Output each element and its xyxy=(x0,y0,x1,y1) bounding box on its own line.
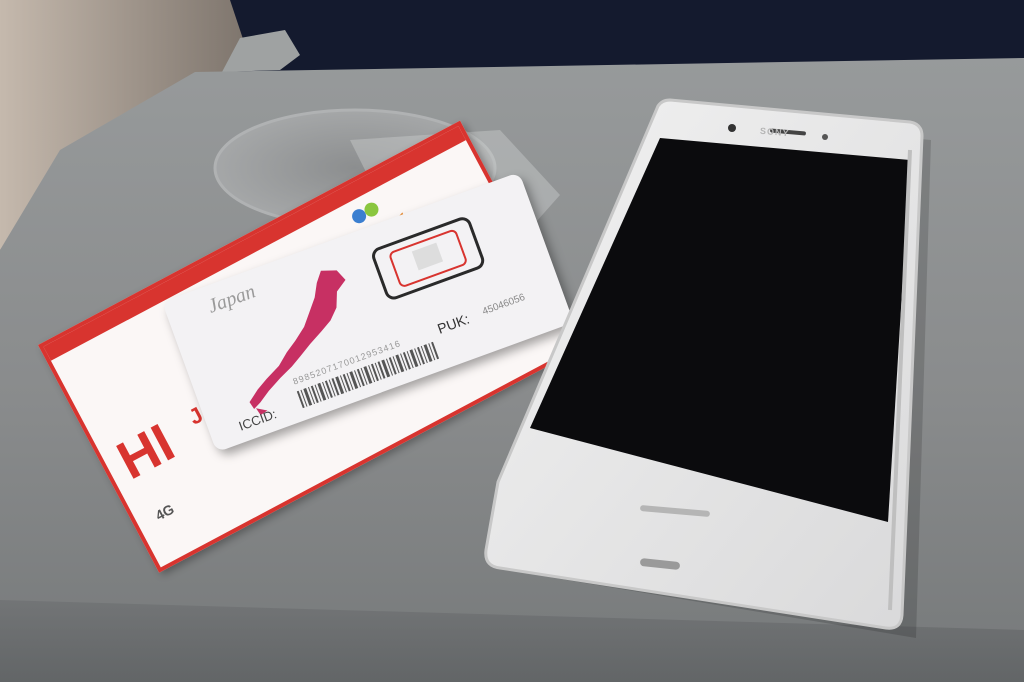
photo-scene: HI JAPAN 7 4G Japan xyxy=(0,0,1024,682)
smartphone xyxy=(484,98,931,638)
puk-label: PUK: xyxy=(435,310,472,337)
phone-camera xyxy=(728,124,736,132)
package-network: 4G xyxy=(152,500,177,524)
package-brand: HI xyxy=(107,412,184,492)
